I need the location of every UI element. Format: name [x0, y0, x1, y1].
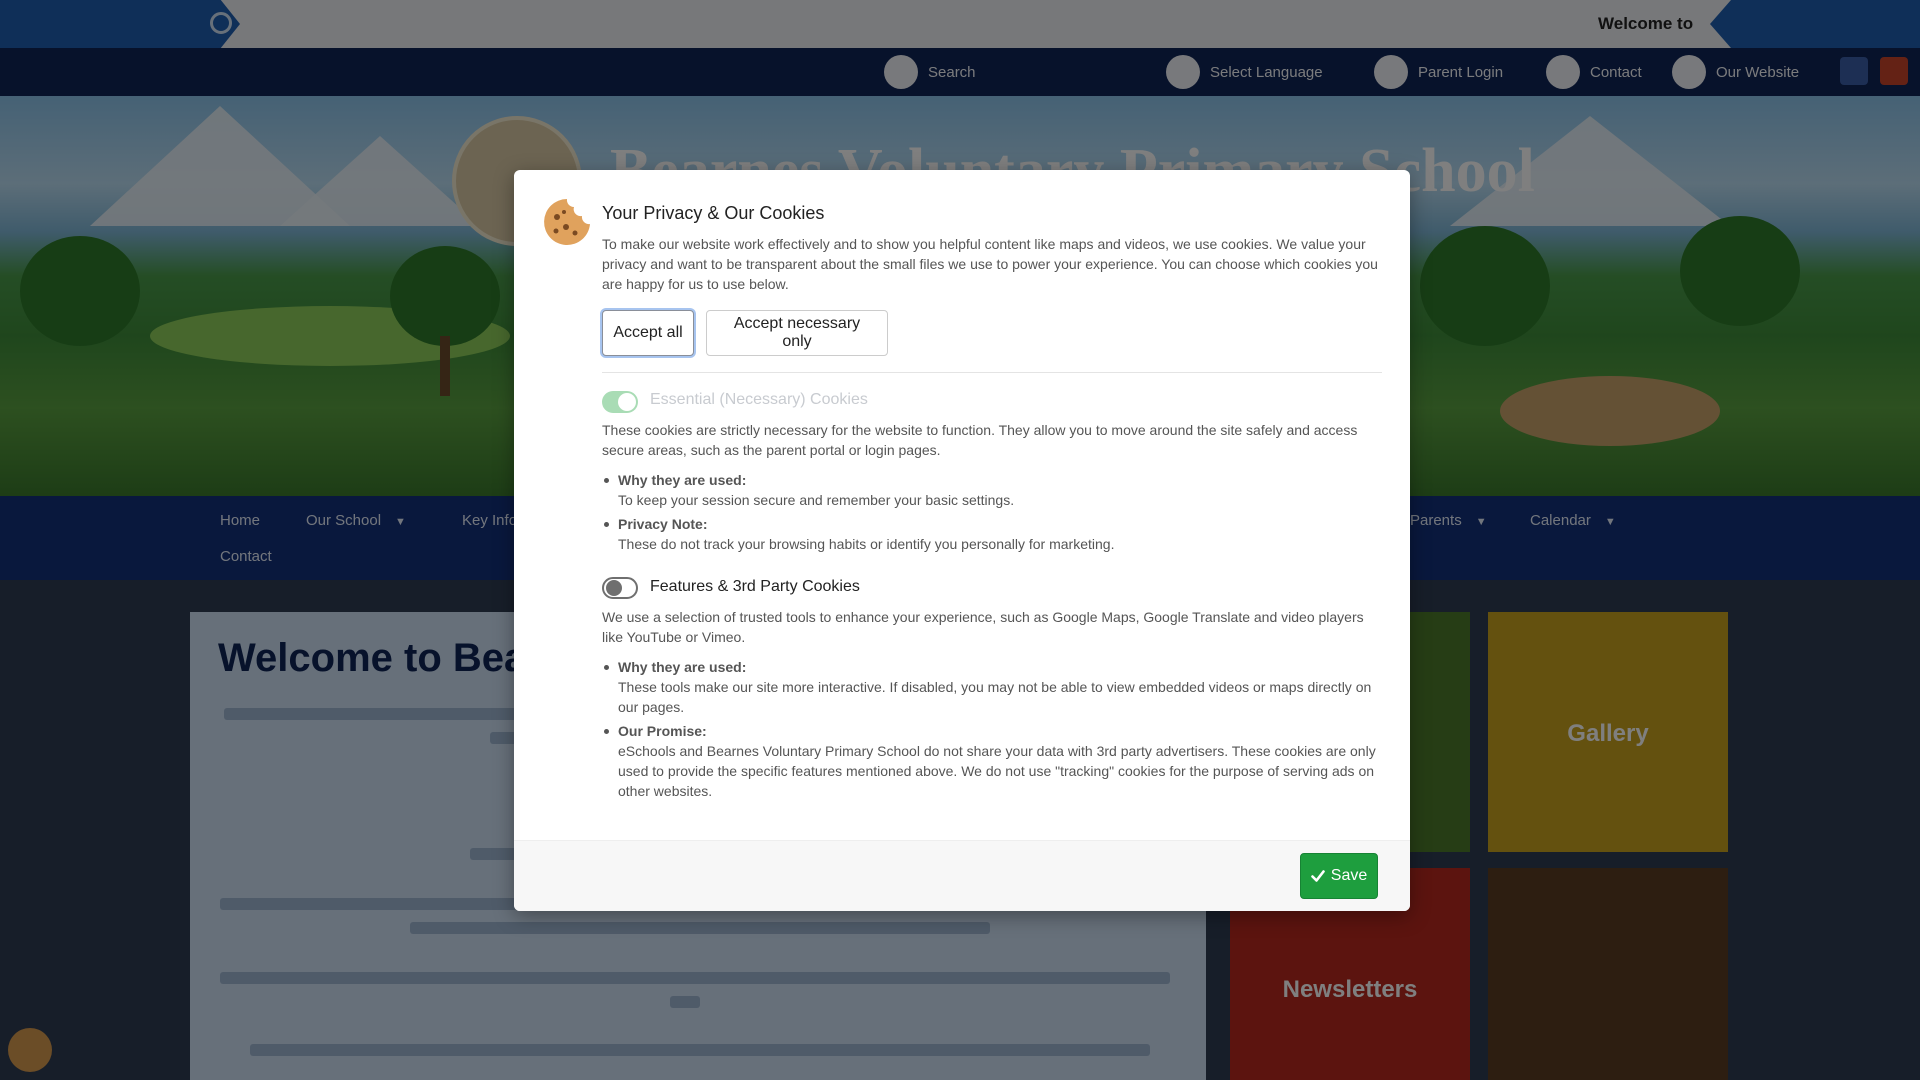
intro-text: To make our website work effectively and… — [602, 236, 1378, 292]
toggle-knob — [606, 580, 622, 596]
cookie-consent-dialog: Your Privacy & Our Cookies To make our w… — [514, 170, 1410, 911]
bullet-text: These tools make our site more interacti… — [618, 679, 1372, 715]
bullet-text: To keep your session secure and remember… — [618, 492, 1015, 508]
accept-all-button[interactable]: Accept all — [602, 310, 694, 356]
bullet-heading: Why they are used: — [618, 472, 747, 488]
essential-cookies-bullets: Why they are used: To keep your session … — [604, 470, 1386, 558]
features-cookies-bullets: Why they are used: These tools make our … — [604, 657, 1386, 805]
bullet-text: eSchools and Bearnes Voluntary Primary S… — [618, 743, 1376, 799]
modal-body: Your Privacy & Our Cookies To make our w… — [514, 170, 1410, 840]
toggle-knob — [618, 393, 636, 411]
list-item: Our Promise: eSchools and Bearnes Volunt… — [604, 721, 1386, 801]
save-label: Save — [1330, 867, 1368, 884]
essential-cookies-description: These cookies are strictly necessary for… — [602, 422, 1358, 458]
accept-necessary-button[interactable]: Accept necessary only — [706, 310, 888, 356]
bullet-heading: Why they are used: — [618, 659, 747, 675]
cookie-icon — [544, 199, 590, 245]
list-item: Why they are used: These tools make our … — [604, 657, 1386, 717]
list-item: Privacy Note: These do not track your br… — [604, 514, 1386, 554]
modal-title: Your Privacy & Our Cookies — [602, 203, 825, 223]
bullet-heading: Privacy Note: — [618, 516, 708, 532]
bullet-text: These do not track your browsing habits … — [618, 536, 1115, 552]
features-cookies-title: Features & 3rd Party Cookies — [650, 578, 860, 595]
essential-cookies-toggle — [602, 391, 638, 413]
check-icon — [1310, 870, 1325, 882]
bullet-icon — [604, 522, 609, 527]
features-cookies-toggle[interactable] — [602, 577, 638, 599]
features-cookies-description: We use a selection of trusted tools to e… — [602, 609, 1364, 645]
save-button[interactable]: Save — [1300, 853, 1378, 899]
list-item: Why they are used: To keep your session … — [604, 470, 1386, 510]
bullet-icon — [604, 478, 609, 483]
bullet-icon — [604, 729, 609, 734]
divider — [602, 372, 1382, 373]
bullet-icon — [604, 665, 609, 670]
modal-footer: Save — [514, 840, 1410, 911]
bullet-heading: Our Promise: — [618, 723, 707, 739]
essential-cookies-title: Essential (Necessary) Cookies — [650, 391, 868, 408]
